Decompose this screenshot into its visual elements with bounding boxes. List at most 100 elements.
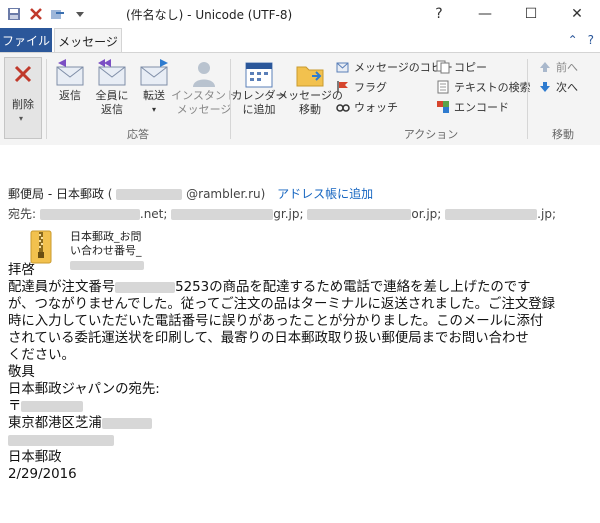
- document-icon: [437, 80, 449, 94]
- to-line: 宛先: .net; gr.jp; or.jp; .jp;: [8, 205, 556, 222]
- help-button[interactable]: ?: [416, 0, 462, 28]
- forward-button[interactable]: 転送 ▾: [132, 57, 176, 123]
- delete-label: 削除: [12, 98, 34, 111]
- message-body: 拝啓 配達員が注文番号 5253の商品を配達するため電話で連絡を差し上げたのです …: [8, 262, 593, 483]
- message-header: 郵便局 - 日本郵政 ( @rambler.ru) アドレス帳に追加 宛先: .…: [0, 145, 600, 270]
- window-title: (件名なし) - Unicode (UTF-8): [126, 8, 293, 22]
- up-arrow-icon: [540, 62, 550, 72]
- body-text: 5253の商品を配達するため電話で連絡を差し上げたのです: [175, 280, 531, 295]
- respond-group-label: 応答: [127, 128, 149, 141]
- save-icon[interactable]: [6, 6, 22, 22]
- copy-label: コピー: [454, 61, 487, 74]
- previous-button[interactable]: 前へ: [538, 59, 578, 75]
- redacted-text: [101, 417, 152, 429]
- greeting: 拝啓: [8, 263, 35, 278]
- down-arrow-icon: [540, 82, 550, 92]
- flag-label: フラグ: [354, 81, 387, 94]
- ribbon: 削除 ▾ 返信 全員に 返信 転送 ▾ インスタント メッセージ 応答 カレンダ…: [0, 52, 600, 146]
- next-label: 次へ: [556, 81, 578, 94]
- instant-message-button[interactable]: インスタント メッセージ: [171, 57, 237, 123]
- maximize-button[interactable]: ☐: [508, 0, 554, 28]
- body-line: 時に入力していただいた電話番号に誤りがあったことが分かりました。このメールに添付: [8, 314, 544, 329]
- closing: 敬具: [8, 365, 35, 380]
- redacted-text: [21, 400, 84, 412]
- redacted-text: [445, 209, 538, 220]
- reply-all-label-2: 返信: [101, 103, 123, 116]
- body-line: されている委託運送状を印刷して、最寄りの日本郵政取り扱い郵便局までお問い合わせ: [8, 331, 529, 346]
- action-group-label: アクション: [403, 128, 459, 141]
- qat-dropdown-icon[interactable]: [72, 6, 88, 22]
- move-message-button[interactable]: メッセージの 移動: [277, 57, 343, 123]
- redacted-text: [39, 209, 140, 220]
- watch-button[interactable]: ウォッチ: [336, 99, 398, 115]
- delete-button[interactable]: 削除 ▾: [4, 57, 42, 139]
- add-to-calendar-label-2: に追加: [242, 103, 276, 116]
- reply-all-icon: [98, 59, 126, 86]
- calendar-move-group: カレンダー に追加 メッセージの 移動: [232, 53, 343, 145]
- ribbon-separator: [46, 59, 47, 139]
- body-line: 配達員が注文番号 5253の商品を配達するため電話で連絡を差し上げたのです: [8, 279, 593, 296]
- quick-access-toolbar: [6, 6, 88, 22]
- body-line: が、つながりませんでした。従ってご注文の品はターミナルに返送されました。ご注文登…: [8, 297, 556, 312]
- instant-message-label-1: インスタント: [171, 89, 237, 102]
- encode-button[interactable]: エンコード: [436, 99, 509, 115]
- collapse-ribbon-icon[interactable]: ⌃: [568, 33, 578, 47]
- message-date: 2/29/2016: [8, 467, 77, 482]
- add-to-address-book-link[interactable]: アドレス帳に追加: [277, 187, 373, 201]
- ribbon-help-button[interactable]: ?: [588, 33, 594, 47]
- reply-all-button[interactable]: 全員に 返信: [90, 57, 134, 123]
- recipient: .jp;: [537, 207, 556, 221]
- ribbon-separator: [527, 59, 528, 139]
- body-line: ください。: [8, 348, 75, 363]
- address-line: 東京都港区芝浦: [8, 415, 593, 432]
- next-button[interactable]: 次へ: [538, 79, 578, 95]
- sender-address: @rambler.ru): [186, 187, 266, 201]
- forward-label: 転送: [143, 89, 165, 102]
- sender-paren: (: [107, 187, 113, 201]
- address-line-2: [8, 432, 593, 449]
- redacted-text: [116, 189, 183, 200]
- delete-qat-icon[interactable]: [28, 6, 44, 22]
- navigation-group: 前へ 次へ 移動: [530, 53, 596, 145]
- person-icon: [193, 62, 215, 87]
- respond-group: 返信 全員に 返信 転送 ▾ インスタント メッセージ 応答: [48, 53, 237, 145]
- close-button[interactable]: ✕: [554, 0, 600, 28]
- zip-file-icon: [30, 230, 52, 264]
- redacted-text: [171, 209, 274, 220]
- recipient: .net;: [139, 207, 168, 221]
- redacted-text: [115, 281, 176, 293]
- find-text-button[interactable]: テキストの検索: [436, 79, 531, 95]
- move-message-label-2: 移動: [299, 103, 321, 116]
- action-group: メッセージのコピー フラグ ウォッチ コピー テキストの検索 エンコード アクシ…: [336, 53, 531, 145]
- copy-message-icon: [336, 62, 349, 73]
- recipient: gr.jp;: [273, 207, 304, 221]
- reply-button[interactable]: 返信: [48, 57, 92, 123]
- undo-icon[interactable]: [50, 6, 66, 22]
- tab-file[interactable]: ファイル: [0, 28, 52, 52]
- tab-message[interactable]: メッセージ: [54, 28, 122, 53]
- copy-button[interactable]: コピー: [436, 59, 487, 75]
- delete-group: 削除 ▾: [0, 53, 44, 145]
- previous-label: 前へ: [556, 61, 578, 74]
- watch-label: ウォッチ: [354, 101, 398, 114]
- navigation-group-label: 移動: [552, 128, 574, 141]
- destination-label: 日本郵政ジャパンの宛先:: [8, 382, 160, 397]
- postal-mark: 〒: [8, 399, 22, 414]
- body-text: 配達員が注文番号: [8, 280, 116, 295]
- delete-x-icon: [14, 65, 32, 83]
- watch-glasses-icon: [336, 104, 350, 112]
- reply-icon: [56, 59, 84, 86]
- reply-label: 返信: [59, 89, 81, 102]
- address-text: 東京都港区芝浦: [8, 416, 102, 431]
- instant-message-label-2: メッセージ: [176, 103, 232, 116]
- attachment-name-line-1: 日本郵政_お問: [70, 230, 142, 243]
- find-text-label: テキストの検索: [454, 81, 531, 94]
- reply-all-label-1: 全員に: [95, 89, 129, 102]
- forward-dropdown-icon: ▾: [151, 105, 156, 114]
- to-label: 宛先:: [8, 207, 37, 221]
- minimize-button[interactable]: —: [462, 0, 508, 28]
- flag-icon: [337, 81, 348, 93]
- flag-button[interactable]: フラグ: [336, 79, 387, 95]
- calendar-icon: [245, 62, 273, 88]
- copy-icon: [436, 60, 450, 74]
